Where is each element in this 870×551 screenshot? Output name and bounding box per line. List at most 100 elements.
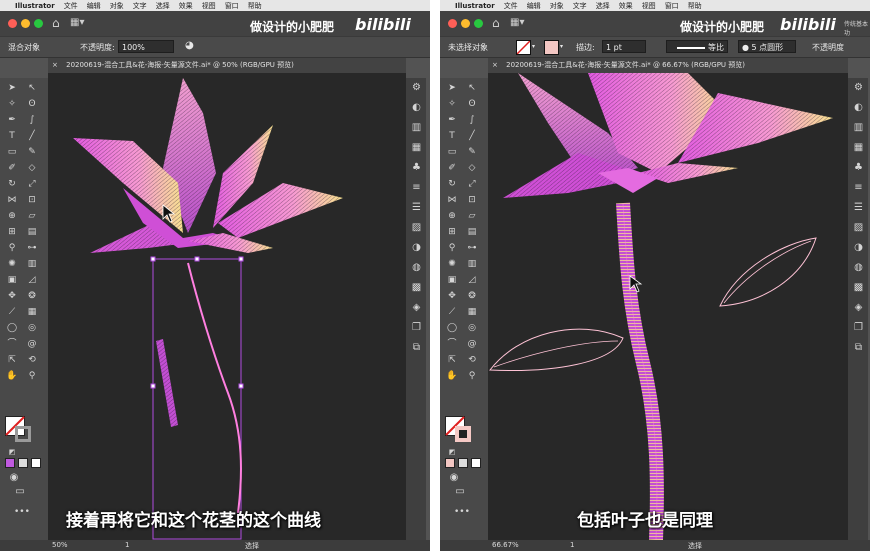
arc-tool-icon[interactable]: ⌒ xyxy=(6,338,18,350)
puppet-warp-tool-icon[interactable]: ✥ xyxy=(446,290,458,302)
layers-panel-icon[interactable]: ◈ xyxy=(852,302,865,314)
zoom-window-button[interactable] xyxy=(34,19,43,28)
menu-help[interactable]: 帮助 xyxy=(248,1,262,11)
curvature-tool-icon[interactable]: ∫ xyxy=(26,114,38,126)
ellipse-tool-icon[interactable]: ◯ xyxy=(6,322,18,334)
pattern-tool-icon[interactable]: ▦ xyxy=(466,306,478,318)
knife-tool-icon[interactable]: ⟋ xyxy=(446,306,458,318)
selection-handle[interactable] xyxy=(150,383,156,389)
column-graph-tool-icon[interactable]: ▥ xyxy=(26,258,38,270)
recolor-icon[interactable]: ◕ xyxy=(185,40,194,51)
line-tool-icon[interactable]: ╱ xyxy=(466,130,478,142)
pattern-tool-icon[interactable]: ▦ xyxy=(26,306,38,318)
eyedropper-tool-icon[interactable]: ⚲ xyxy=(6,242,18,254)
draw-mode-icon[interactable]: ◉ xyxy=(448,472,460,484)
default-colors-icon[interactable]: ◩ xyxy=(6,446,18,458)
menu-window[interactable]: 窗口 xyxy=(225,1,239,11)
menu-file[interactable]: 文件 xyxy=(64,1,78,11)
column-graph-tool-icon[interactable]: ▥ xyxy=(466,258,478,270)
mesh-tool-icon[interactable]: ⊞ xyxy=(6,226,18,238)
magic-wand-tool-icon[interactable]: ✧ xyxy=(446,98,458,110)
scale-tool-icon[interactable]: ⤢ xyxy=(466,178,478,190)
warp-tool-icon[interactable]: ❂ xyxy=(466,290,478,302)
hand-tool-icon[interactable]: ✋ xyxy=(6,370,18,382)
libraries-panel-icon[interactable]: ◐ xyxy=(410,102,423,114)
menu-view[interactable]: 视图 xyxy=(642,1,656,11)
type-tool-icon[interactable]: T xyxy=(6,130,18,142)
zoom-window-button[interactable] xyxy=(474,19,483,28)
arrange-documents-icon[interactable]: ▦▾ xyxy=(70,17,84,28)
stroke-panel-icon[interactable]: ☰ xyxy=(410,202,423,214)
selection-tool-icon[interactable]: ➤ xyxy=(446,82,458,94)
reshape-tool-icon[interactable]: ⇱ xyxy=(446,354,458,366)
selection-handle[interactable] xyxy=(150,256,156,262)
curvature-tool-icon[interactable]: ∫ xyxy=(466,114,478,126)
hand-tool-icon[interactable]: ✋ xyxy=(446,370,458,382)
stem-curve-path[interactable] xyxy=(187,262,242,514)
free-transform-tool-icon[interactable]: ⊡ xyxy=(466,194,478,206)
color-mode-button[interactable] xyxy=(445,458,455,468)
menu-select[interactable]: 选择 xyxy=(596,1,610,11)
screen-mode-icon[interactable]: ▭ xyxy=(14,486,26,498)
free-transform-tool-icon[interactable]: ⊡ xyxy=(26,194,38,206)
rectangle-tool-icon[interactable]: ▭ xyxy=(6,146,18,158)
properties-panel-icon[interactable]: ⚙ xyxy=(410,82,423,94)
spiral-tool-icon[interactable]: @ xyxy=(466,338,478,350)
menu-help[interactable]: 帮助 xyxy=(688,1,702,11)
blend-tool-icon[interactable]: ⊶ xyxy=(26,242,38,254)
libraries-panel-icon[interactable]: ◐ xyxy=(852,102,865,114)
scale-tool-icon[interactable]: ⤢ xyxy=(26,178,38,190)
symbols-panel-icon[interactable]: ♣ xyxy=(852,162,865,174)
rotate-tool-icon[interactable]: ↻ xyxy=(446,178,458,190)
polar-grid-tool-icon[interactable]: ◎ xyxy=(466,322,478,334)
close-tab-icon[interactable]: × xyxy=(52,61,58,69)
stem-blend[interactable] xyxy=(616,202,664,540)
links-panel-icon[interactable]: ⧉ xyxy=(852,342,865,354)
artboards-panel-icon[interactable]: ❐ xyxy=(852,322,865,334)
artboards-panel-icon[interactable]: ❐ xyxy=(410,322,423,334)
rotate-view-tool-icon[interactable]: ⟲ xyxy=(26,354,38,366)
transparency-panel-icon[interactable]: ◑ xyxy=(410,242,423,254)
mesh-tool-icon[interactable]: ⊞ xyxy=(446,226,458,238)
menu-object[interactable]: 对象 xyxy=(110,1,124,11)
paintbrush-tool-icon[interactable]: ✎ xyxy=(466,146,478,158)
close-window-button[interactable] xyxy=(448,19,457,28)
stroke-color-button[interactable] xyxy=(544,40,559,55)
color-mode-button[interactable] xyxy=(5,458,15,468)
links-panel-icon[interactable]: ⧉ xyxy=(410,342,423,354)
none-mode-button[interactable] xyxy=(31,458,41,468)
type-tool-icon[interactable]: T xyxy=(446,130,458,142)
artboard-number[interactable]: 1 xyxy=(125,541,129,549)
polar-grid-tool-icon[interactable]: ◎ xyxy=(26,322,38,334)
warp-tool-icon[interactable]: ❂ xyxy=(26,290,38,302)
home-icon[interactable]: ⌂ xyxy=(492,16,500,30)
edit-toolbar-icon[interactable]: ••• xyxy=(14,506,30,518)
ellipse-tool-icon[interactable]: ◯ xyxy=(446,322,458,334)
draw-mode-icon[interactable]: ◉ xyxy=(8,472,20,484)
rotate-view-tool-icon[interactable]: ⟲ xyxy=(466,354,478,366)
color-panel-icon[interactable]: ▥ xyxy=(852,122,865,134)
zoom-level[interactable]: 50% xyxy=(52,541,68,549)
workspace-label[interactable]: 传统基本功 xyxy=(844,19,870,37)
menu-app[interactable]: Illustrator xyxy=(455,2,495,10)
stem-blend-segment[interactable] xyxy=(156,339,178,427)
pen-tool-icon[interactable]: ✒ xyxy=(6,114,18,126)
spiral-tool-icon[interactable]: @ xyxy=(26,338,38,350)
brush-definition-select[interactable]: ● 5 点圆形 xyxy=(738,40,796,53)
knife-tool-icon[interactable]: ⟋ xyxy=(6,306,18,318)
perspective-grid-tool-icon[interactable]: ▱ xyxy=(466,210,478,222)
arc-tool-icon[interactable]: ⌒ xyxy=(446,338,458,350)
selection-tool-icon[interactable]: ➤ xyxy=(6,82,18,94)
artboard-tool-icon[interactable]: ▣ xyxy=(446,274,458,286)
transparency-panel-icon[interactable]: ◑ xyxy=(852,242,865,254)
stroke-weight-input[interactable]: 1 pt xyxy=(602,40,646,53)
lasso-tool-icon[interactable]: ʘ xyxy=(466,98,478,110)
screen-mode-icon[interactable]: ▭ xyxy=(454,486,466,498)
graphic-styles-panel-icon[interactable]: ▩ xyxy=(852,282,865,294)
lasso-tool-icon[interactable]: ʘ xyxy=(26,98,38,110)
symbols-panel-icon[interactable]: ♣ xyxy=(410,162,423,174)
gradient-tool-icon[interactable]: ▤ xyxy=(26,226,38,238)
pen-tool-icon[interactable]: ✒ xyxy=(446,114,458,126)
menu-effect[interactable]: 效果 xyxy=(619,1,633,11)
fill-dropdown-icon[interactable]: ▾ xyxy=(532,43,535,50)
